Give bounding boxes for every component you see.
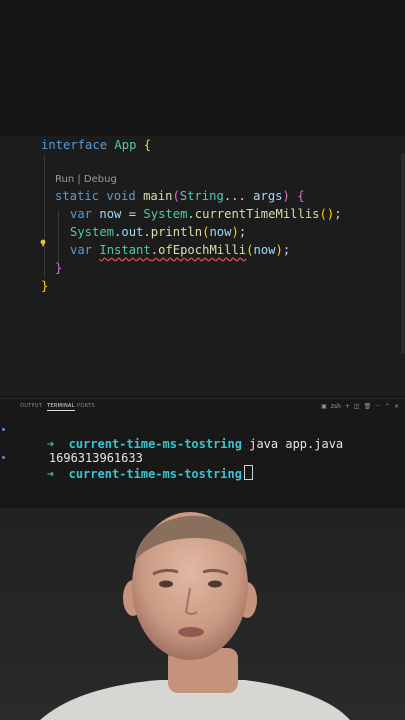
terminal-line-3[interactable]: ➜ current-time-ms-tostring	[18, 450, 253, 481]
command-decoration-icon[interactable]	[2, 428, 5, 431]
lightbulb-icon[interactable]	[40, 239, 46, 247]
code-token: main	[143, 189, 173, 203]
code-token: now	[253, 243, 276, 257]
code-token: ;	[238, 225, 247, 239]
code-token: Instant	[99, 243, 151, 257]
code-line-1[interactable]: interface App {	[41, 136, 151, 154]
code-line-5[interactable]: System.out.println(now);	[70, 223, 246, 241]
codelens-run[interactable]: Run	[55, 174, 74, 185]
code-token: ()	[319, 207, 335, 221]
new-terminal-button[interactable]: +	[345, 403, 350, 410]
terminal-output: 1696313961633	[20, 436, 143, 465]
code-token: .	[150, 243, 159, 257]
code-token: args	[253, 189, 283, 203]
code-token: .	[143, 225, 151, 239]
code-token: static	[55, 189, 100, 203]
terminal-cursor	[243, 465, 253, 480]
shell-name[interactable]: zsh	[331, 403, 341, 410]
panel-tabs: OUTPUT TERMINAL PORTS ▣ zsh + ◫ 🗑 ··· ⌃ …	[0, 399, 405, 415]
code-token: ...	[223, 189, 254, 203]
code-token: currentTimeMillis	[194, 207, 320, 221]
codelens-separator: |	[74, 174, 84, 185]
presenter-image	[40, 512, 350, 720]
code-token: now	[99, 207, 122, 221]
codelens: Run | Debug	[55, 172, 117, 188]
code-token: void	[106, 189, 136, 203]
maximize-icon[interactable]: ⌃	[385, 403, 390, 410]
prompt-arrow: ➜	[46, 467, 55, 481]
code-line-7[interactable]: }	[55, 259, 62, 277]
screen: { "editor": { "lines": [ {"id":"l1","tok…	[0, 0, 405, 720]
code-token: System	[70, 225, 115, 239]
code-token: }	[55, 261, 63, 275]
more-icon[interactable]: ···	[375, 403, 381, 410]
code-token: ofEpochMilli	[158, 243, 247, 257]
code-token: ;	[282, 243, 291, 257]
panel-toolbar: ▣ zsh + ◫ 🗑 ··· ⌃ ✕	[321, 402, 399, 411]
webcam-overlay	[0, 508, 405, 720]
code-token: )	[275, 243, 283, 257]
code-token: {	[297, 189, 305, 203]
codelens-debug[interactable]: Debug	[84, 174, 117, 185]
code-token: ;	[334, 207, 342, 221]
tab-output[interactable]: OUTPUT	[20, 403, 42, 409]
code-token: =	[121, 207, 144, 221]
indent-guide	[44, 156, 45, 278]
code-token: (	[172, 189, 180, 203]
code-token: System	[143, 207, 188, 221]
code-token: out	[121, 225, 144, 239]
code-token: now	[209, 225, 232, 239]
terminal-line-1: ➜ current-time-ms-tostring java app.java	[18, 422, 343, 451]
code-token: }	[41, 279, 49, 293]
code-token: String	[179, 189, 224, 203]
prompt-cwd: current-time-ms-tostring	[68, 467, 242, 481]
code-token: .	[187, 207, 195, 221]
terminal-icon: ▣	[321, 403, 327, 410]
close-icon[interactable]: ✕	[394, 403, 399, 410]
code-token: )	[231, 225, 239, 239]
code-token: interface	[41, 138, 108, 152]
code-token: var	[70, 243, 93, 257]
code-line-8[interactable]: }	[41, 277, 48, 295]
code-token: println	[150, 225, 203, 239]
code-line-3[interactable]: static void main(String... args) {	[55, 187, 305, 205]
code-line-6[interactable]: var Instant.ofEpochMilli(now);	[70, 241, 290, 259]
command-decoration-icon[interactable]	[2, 456, 5, 459]
indent-guide	[58, 210, 59, 262]
tab-ports[interactable]: PORTS	[77, 403, 95, 409]
trash-icon[interactable]: 🗑	[364, 403, 372, 410]
command-text: java app.java	[249, 437, 344, 451]
split-terminal-icon[interactable]: ◫	[354, 403, 360, 410]
code-token: App	[114, 138, 137, 152]
code-line-4[interactable]: var now = System.currentTimeMillis();	[70, 205, 342, 223]
code-token: )	[282, 189, 290, 203]
code-token: var	[70, 207, 93, 221]
tab-terminal[interactable]: TERMINAL	[47, 403, 75, 411]
code-token: {	[143, 138, 152, 152]
editor-scrollbar[interactable]	[401, 154, 405, 354]
